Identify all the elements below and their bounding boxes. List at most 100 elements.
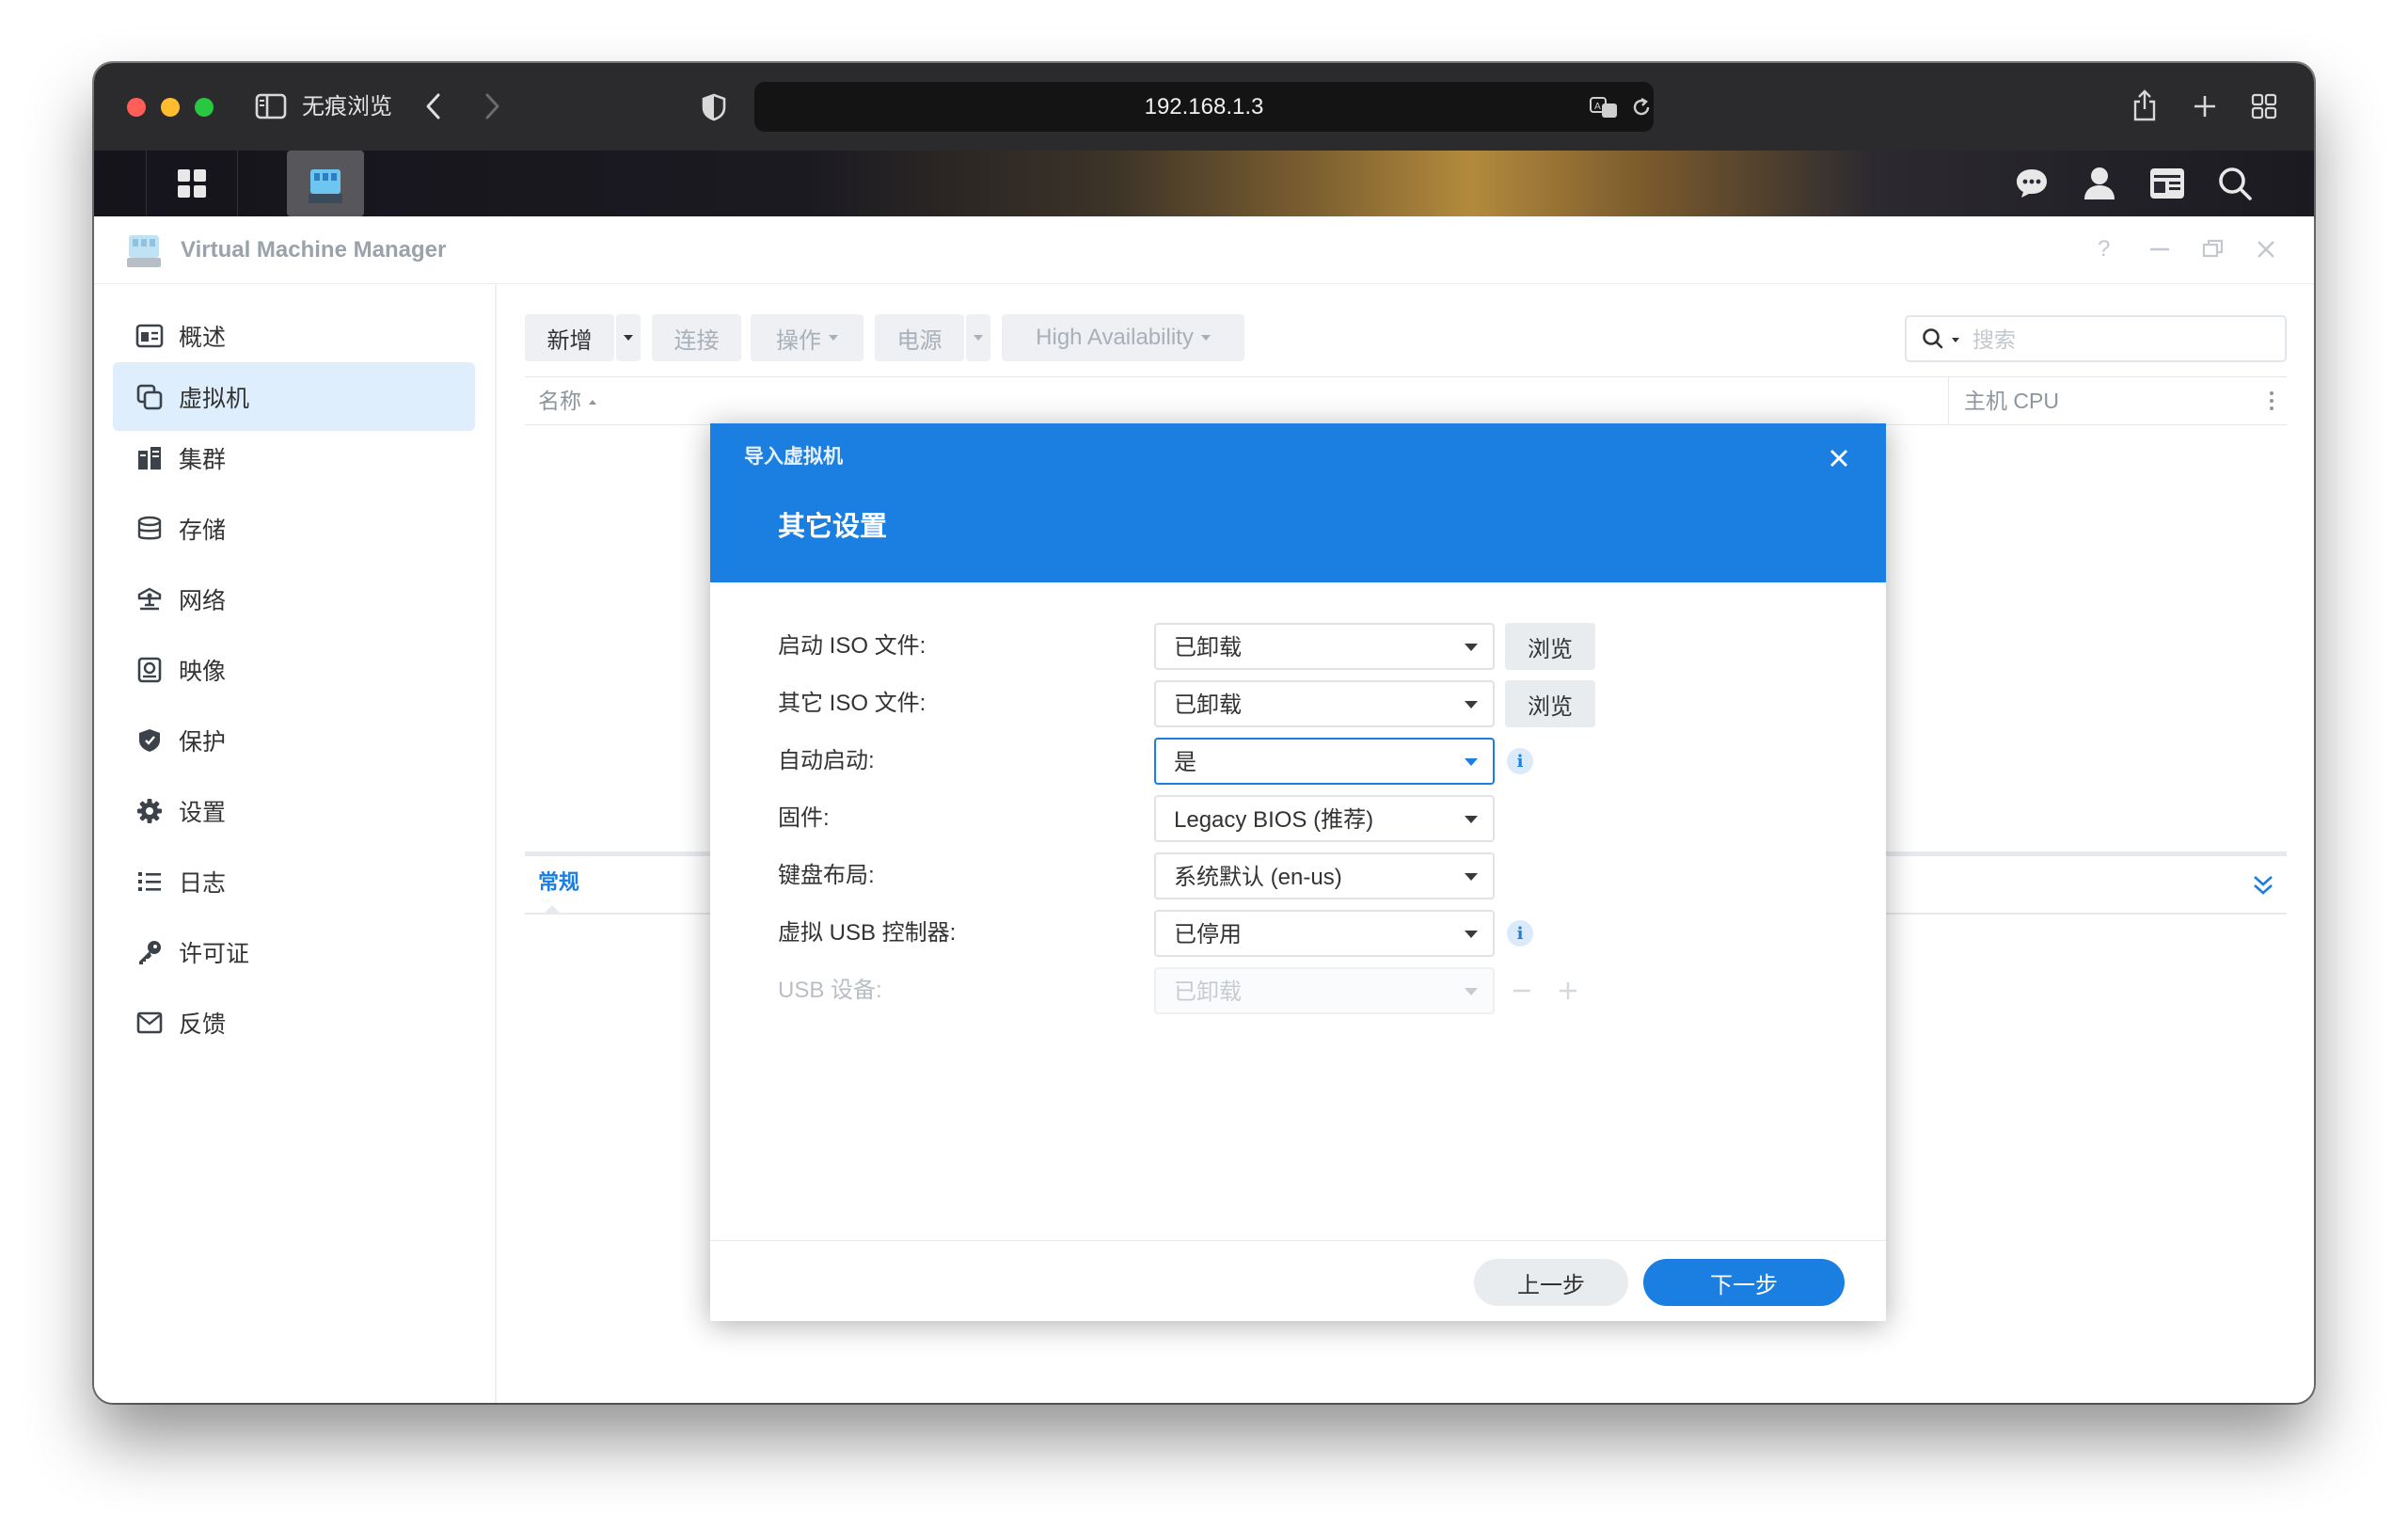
- shield-icon: [135, 726, 164, 755]
- storage-icon: [135, 515, 164, 543]
- column-host-cpu-header[interactable]: 主机 CPU: [1964, 388, 2059, 414]
- usb-controller-info-icon[interactable]: i: [1507, 920, 1533, 947]
- collapse-panel-icon[interactable]: [2252, 873, 2274, 898]
- address-bar[interactable]: 192.168.1.3 A: [754, 82, 1654, 132]
- sidebar-item-label: 虚拟机: [179, 385, 250, 412]
- sidebar-item-feedback[interactable]: 反馈: [113, 988, 475, 1057]
- chevron-down-icon: [1465, 644, 1478, 651]
- ha-label: High Availability: [1036, 325, 1194, 350]
- sidebar-item-protection[interactable]: 保护: [113, 706, 475, 774]
- svg-text:A: A: [1594, 102, 1601, 112]
- keyboard-layout-label: 键盘布局:: [778, 863, 875, 888]
- sidebar-item-license[interactable]: 许可证: [113, 917, 475, 986]
- reload-icon[interactable]: [1627, 93, 1656, 121]
- cluster-icon: [135, 444, 164, 472]
- usb-controller-select[interactable]: 已停用: [1154, 910, 1495, 957]
- sidebar: 概述 虚拟机 集群 存储 网络 映像 保护 设置 日志 许可证 反馈: [94, 284, 497, 1403]
- help-button[interactable]: ?: [2098, 235, 2110, 263]
- sidebar-item-label: 保护: [179, 728, 227, 756]
- autostart-select[interactable]: 是: [1154, 738, 1495, 785]
- sidebar-item-image[interactable]: 映像: [113, 635, 475, 704]
- chevron-down-icon: [1465, 988, 1478, 995]
- share-icon[interactable]: [2129, 88, 2161, 123]
- usb-controller-label: 虚拟 USB 控制器:: [778, 920, 957, 946]
- sidebar-item-label: 存储: [179, 517, 227, 544]
- high-availability-button[interactable]: High Availability: [1002, 314, 1244, 361]
- keyboard-layout-value: 系统默认 (en-us): [1174, 865, 1342, 890]
- zoom-window-button[interactable]: [195, 98, 214, 117]
- connect-button[interactable]: 连接: [652, 314, 741, 361]
- forward-icon[interactable]: [478, 89, 506, 123]
- back-icon[interactable]: [420, 89, 448, 123]
- sidebar-item-log[interactable]: 日志: [113, 847, 475, 915]
- create-button[interactable]: 新增: [525, 314, 614, 361]
- sidebar-item-label: 许可证: [179, 940, 250, 967]
- autostart-label: 自动启动:: [778, 748, 875, 773]
- column-divider: [1948, 377, 1949, 424]
- privacy-shield-icon[interactable]: [698, 90, 730, 124]
- search-icon[interactable]: [2202, 151, 2268, 216]
- list-icon: [135, 867, 164, 896]
- translate-icon[interactable]: A: [1588, 93, 1620, 121]
- plus-icon: [1560, 982, 1576, 999]
- keyboard-layout-select[interactable]: 系统默认 (en-us): [1154, 852, 1495, 899]
- widgets-icon[interactable]: [2134, 151, 2200, 216]
- column-menu-icon[interactable]: [2269, 390, 2274, 411]
- previous-step-button[interactable]: 上一步: [1474, 1259, 1628, 1306]
- caret-down-icon: [829, 335, 838, 341]
- search-field[interactable]: 搜索: [1905, 315, 2287, 362]
- caret-down-icon: [1200, 335, 1211, 341]
- boot-iso-browse-button[interactable]: 浏览: [1505, 623, 1595, 670]
- power-dropdown-button[interactable]: [966, 314, 990, 361]
- search-options-caret-icon[interactable]: [1952, 338, 1959, 342]
- sidebar-item-overview[interactable]: 概述: [113, 301, 475, 370]
- create-dropdown-button[interactable]: [616, 314, 641, 361]
- firmware-select[interactable]: Legacy BIOS (推荐): [1154, 795, 1495, 842]
- restore-icon[interactable]: [2201, 237, 2226, 262]
- boot-iso-select[interactable]: 已卸载: [1154, 623, 1495, 670]
- close-window-button[interactable]: [127, 98, 146, 117]
- sidebar-toggle-icon[interactable]: [255, 91, 287, 121]
- sidebar-item-settings[interactable]: 设置: [113, 776, 475, 845]
- action-button[interactable]: 操作: [751, 314, 863, 361]
- notifications-icon[interactable]: [1999, 151, 2065, 216]
- browser-window: 无痕浏览 192.168.1.3 A Virtual Machine Manag…: [94, 63, 2314, 1403]
- sidebar-item-label: 集群: [179, 446, 227, 473]
- close-icon[interactable]: [2254, 237, 2278, 262]
- action-label: 操作: [776, 327, 821, 354]
- usb-device-label: USB 设备:: [778, 978, 882, 1003]
- tab-general[interactable]: 常规: [538, 869, 579, 896]
- user-icon[interactable]: [2067, 151, 2132, 216]
- new-tab-icon[interactable]: [2190, 91, 2220, 121]
- sidebar-item-storage[interactable]: 存储: [113, 494, 475, 563]
- column-name-header[interactable]: 名称: [538, 388, 596, 414]
- other-iso-select[interactable]: 已卸载: [1154, 680, 1495, 727]
- gear-icon: [135, 797, 164, 825]
- sidebar-item-label: 设置: [179, 799, 227, 826]
- vmm-title: Virtual Machine Manager: [181, 237, 447, 263]
- usb-device-value: 已卸载: [1174, 979, 1242, 1005]
- remove-usb-button[interactable]: [1503, 967, 1541, 1014]
- other-iso-value: 已卸载: [1174, 692, 1242, 718]
- chevron-down-icon: [1465, 758, 1478, 766]
- virtual-machine-icon: [135, 383, 164, 411]
- add-usb-button[interactable]: [1549, 967, 1587, 1014]
- usb-device-select[interactable]: 已卸载: [1154, 967, 1495, 1014]
- next-step-button[interactable]: 下一步: [1643, 1259, 1845, 1306]
- minimize-icon[interactable]: [2147, 237, 2172, 262]
- other-iso-browse-button[interactable]: 浏览: [1505, 680, 1595, 727]
- power-button[interactable]: 电源: [875, 314, 964, 361]
- tab-overview-icon[interactable]: [2249, 91, 2279, 121]
- close-icon: [1830, 449, 1848, 468]
- minimize-window-button[interactable]: [161, 98, 180, 117]
- sidebar-item-virtual-machine[interactable]: 虚拟机: [113, 362, 475, 431]
- vmm-taskbar-button[interactable]: [287, 151, 364, 216]
- sidebar-item-cluster[interactable]: 集群: [113, 423, 475, 492]
- dialog-close-button[interactable]: [1820, 439, 1858, 477]
- sidebar-item-network[interactable]: 网络: [113, 565, 475, 633]
- autostart-info-icon[interactable]: i: [1507, 748, 1533, 774]
- main-menu-button[interactable]: [146, 151, 238, 216]
- network-icon: [135, 585, 164, 613]
- sidebar-item-label: 概述: [179, 324, 227, 351]
- browser-titlebar: 无痕浏览 192.168.1.3 A: [94, 63, 2314, 151]
